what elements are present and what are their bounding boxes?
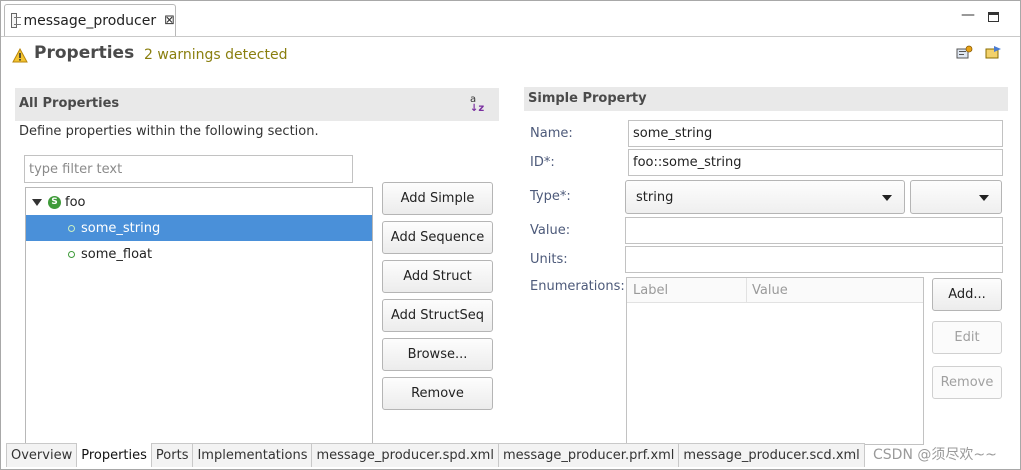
enumerations-table-header: Label Value — [627, 278, 923, 303]
close-icon[interactable]: ⊠ — [164, 13, 175, 28]
type-select[interactable]: string — [625, 180, 905, 214]
maximize-icon[interactable] — [988, 12, 999, 22]
tree-item-some-float[interactable]: some_float — [26, 241, 372, 267]
generate-code-icon[interactable] — [956, 45, 973, 60]
tab-overview[interactable]: Overview — [6, 443, 78, 467]
units-label: Units: — [530, 252, 568, 267]
properties-tree[interactable]: S foo some_string some_float — [25, 187, 373, 447]
column-divider[interactable] — [746, 278, 747, 303]
name-label: Name: — [530, 126, 573, 141]
xml-file-icon — [11, 13, 22, 28]
chevron-down-icon — [979, 195, 989, 201]
editor-tab-bar: message_producer ⊠ — — [1, 1, 1020, 37]
all-properties-description: Define properties within the following s… — [19, 124, 319, 139]
add-enumeration-button[interactable]: Add... — [932, 278, 1002, 311]
enumerations-table[interactable]: Label Value — [626, 277, 924, 445]
type-label: Type*: — [530, 189, 571, 204]
units-field[interactable] — [625, 246, 1003, 273]
expand-toggle-icon[interactable] — [32, 198, 42, 206]
editor-page-tabs: Overview Properties Ports Implementation… — [6, 443, 865, 467]
tree-item-label: some_string — [81, 220, 161, 236]
tree-item-label: foo — [65, 194, 86, 210]
tab-prf-xml[interactable]: message_producer.prf.xml — [498, 443, 680, 467]
tab-ports[interactable]: Ports — [151, 443, 194, 467]
simple-property-icon — [68, 224, 75, 232]
editor-tab-title: message_producer — [23, 12, 157, 29]
sort-alpha-icon[interactable]: a ↓z — [470, 95, 484, 114]
remove-enumeration-button[interactable]: Remove — [932, 366, 1002, 399]
all-properties-title: All Properties — [19, 96, 120, 111]
page-title: Properties — [34, 43, 135, 63]
filter-input[interactable] — [24, 155, 353, 183]
id-label: ID*: — [530, 155, 555, 170]
tab-implementations[interactable]: Implementations — [193, 443, 313, 467]
remove-property-button[interactable]: Remove — [382, 377, 493, 410]
type-select-value: string — [636, 189, 674, 205]
editor-tab-message-producer[interactable]: message_producer ⊠ — [4, 4, 176, 36]
name-field[interactable]: some_string — [628, 120, 1003, 147]
column-header-value[interactable]: Value — [752, 283, 788, 298]
value-label: Value: — [530, 223, 571, 238]
tab-scd-xml[interactable]: message_producer.scd.xml — [679, 443, 865, 467]
editor-window: message_producer ⊠ — Properties 2 warnin… — [0, 0, 1021, 470]
all-properties-section-header: All Properties a ↓z — [15, 88, 499, 121]
chevron-down-icon — [882, 195, 892, 201]
browse-button[interactable]: Browse... — [382, 338, 493, 371]
add-struct-button[interactable]: Add Struct — [382, 260, 493, 293]
edit-enumeration-button[interactable]: Edit — [932, 321, 1002, 354]
column-header-label[interactable]: Label — [633, 283, 668, 298]
id-field[interactable]: foo::some_string — [628, 149, 1003, 176]
export-icon[interactable] — [985, 45, 1002, 60]
simple-property-icon — [68, 250, 75, 258]
minimize-icon[interactable]: — — [961, 7, 975, 23]
tree-item-label: some_float — [81, 246, 153, 262]
simple-property-section-header: Simple Property — [524, 87, 1008, 111]
struct-icon: S — [48, 195, 61, 209]
warning-triangle-icon — [12, 48, 28, 63]
value-field[interactable] — [625, 217, 1003, 244]
enumerations-label: Enumerations: — [530, 279, 625, 294]
type-modifier-select[interactable] — [910, 180, 1002, 214]
warning-message[interactable]: 2 warnings detected — [144, 47, 287, 63]
add-structseq-button[interactable]: Add StructSeq — [382, 299, 493, 332]
tab-spd-xml[interactable]: message_producer.spd.xml — [312, 443, 499, 467]
add-sequence-button[interactable]: Add Sequence — [382, 221, 493, 254]
tree-item-foo[interactable]: S foo — [26, 189, 372, 215]
tree-item-some-string[interactable]: some_string — [26, 215, 372, 241]
simple-property-title: Simple Property — [528, 91, 647, 106]
watermark: CSDN @须尽欢~~ — [873, 447, 997, 463]
add-simple-button[interactable]: Add Simple — [382, 182, 493, 215]
tab-properties[interactable]: Properties — [77, 443, 152, 467]
